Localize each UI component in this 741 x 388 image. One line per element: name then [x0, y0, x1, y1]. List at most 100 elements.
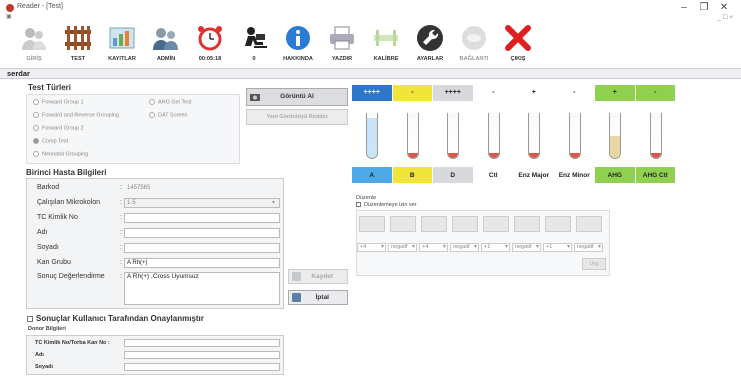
- toolbar-label: ADMİN: [156, 56, 176, 62]
- radio-dat-screen[interactable]: DAT Screen: [149, 112, 187, 118]
- result-evaluation-field[interactable]: A Rh(+) ,Cross Uyumsuz: [124, 272, 280, 305]
- gel-tube-6: [609, 113, 622, 159]
- edit-value-select[interactable]: +1: [481, 243, 510, 252]
- child-window-icon: ▣: [6, 14, 12, 20]
- minimize-button[interactable]: –: [677, 2, 691, 13]
- gel-tube-1: [406, 113, 419, 159]
- donor-surname-label: Soyadı: [35, 364, 54, 370]
- info-icon: [286, 26, 310, 50]
- gel-tube-5: [568, 113, 581, 159]
- surname-field[interactable]: [124, 243, 280, 253]
- edit-cell-button[interactable]: [576, 216, 602, 232]
- edit-cell-button[interactable]: [514, 216, 540, 232]
- result-label-4: Enz Major: [514, 167, 554, 183]
- edit-value-select[interactable]: negatif: [574, 243, 603, 252]
- cancel-button[interactable]: İptal: [288, 290, 348, 305]
- radio-forward-group-1[interactable]: Forward Group 1: [33, 99, 84, 105]
- edit-value-select[interactable]: +1: [543, 243, 572, 252]
- main-content: Test Türleri Forward Group 1 Forward and…: [0, 79, 741, 388]
- name-field[interactable]: [124, 228, 280, 238]
- name-label: Adı: [37, 229, 48, 236]
- tube-sediment: [529, 153, 540, 158]
- microcolumn-select[interactable]: 1-5: [124, 198, 280, 208]
- surname-label: Soyadı: [37, 244, 59, 251]
- toolbar-label: KAYITLAR: [108, 56, 136, 62]
- tc-no-field[interactable]: [124, 213, 280, 223]
- radio-comp-test[interactable]: Comp Test: [33, 138, 68, 144]
- radio-forward-group-2[interactable]: Forward Group 2: [33, 125, 84, 131]
- donor-tc-label: TC Kimlik No/Torba Kan No :: [35, 340, 110, 346]
- result-label-2: D: [433, 167, 473, 183]
- maximize-button[interactable]: ❐: [697, 2, 711, 13]
- result-top-1: -: [392, 85, 432, 101]
- checkbox-box[interactable]: [356, 202, 361, 208]
- toolbar-operator-button[interactable]: 0: [236, 22, 272, 68]
- edit-cell-button[interactable]: [390, 216, 416, 232]
- toolbar-admin-button[interactable]: ADMİN: [148, 22, 184, 68]
- donor-name-field[interactable]: [124, 351, 280, 359]
- wrench-icon: [417, 25, 443, 51]
- toolbar-timer-button[interactable]: 00:05:18: [192, 22, 228, 68]
- toolbar-label: ÇIKIŞ: [510, 56, 526, 62]
- reject-image-button[interactable]: Yeni Görüntüyü Reddet: [246, 109, 348, 125]
- toolbar-login-button[interactable]: GİRİŞ: [16, 22, 52, 68]
- apply-button[interactable]: Uyg: [582, 258, 606, 270]
- allow-edit-checkbox[interactable]: Düzenlemeye izin ver: [356, 202, 417, 208]
- edit-cell-button[interactable]: [421, 216, 447, 232]
- blood-group-field[interactable]: A Rh(+): [124, 258, 280, 268]
- checkbox-box[interactable]: [27, 315, 33, 322]
- approval-checkbox[interactable]: Sonuçlar Kullanıcı Tarafından Onaylanmış…: [27, 314, 204, 323]
- save-button[interactable]: Kaydet: [288, 269, 348, 284]
- radio-ahg-gel[interactable]: AHG Gel Test: [149, 99, 192, 105]
- gel-tube-0: [366, 113, 379, 159]
- toolbar-connection-button[interactable]: BAĞLANTI: [456, 22, 492, 68]
- edit-cell-button[interactable]: [483, 216, 509, 232]
- edit-value-select[interactable]: +4: [357, 243, 386, 252]
- toolbar-label: 00:05:18: [198, 56, 222, 62]
- camera-icon: [250, 94, 260, 101]
- capture-image-button[interactable]: Görüntü Al: [246, 88, 348, 106]
- worker-desk-icon: [245, 27, 267, 48]
- edit-value-select[interactable]: negatif: [388, 243, 417, 252]
- edit-title: Düzenle: [356, 195, 377, 201]
- toolbar-test-button[interactable]: TEST: [60, 22, 96, 68]
- gel-tube-4: [528, 113, 541, 159]
- edit-cell-button[interactable]: [452, 216, 478, 232]
- gel-tube-7: [649, 113, 662, 159]
- radio-neonatal[interactable]: Neonatal Grouping: [33, 151, 88, 157]
- donor-surname-field[interactable]: [124, 363, 280, 371]
- admin-users-icon: [153, 28, 178, 50]
- result-top-7: -: [635, 85, 675, 101]
- result-top-6: +: [595, 85, 635, 101]
- user-bar: serdar: [0, 68, 741, 79]
- result-label-0: A: [352, 167, 392, 183]
- child-window-controls[interactable]: _ ☐ ×: [717, 14, 733, 21]
- result-label-6: AHG: [595, 167, 635, 183]
- patient-info-title: Birinci Hasta Bilgileri: [26, 168, 107, 177]
- result-label-5: Enz Minor: [554, 167, 594, 183]
- close-button[interactable]: ✕: [717, 2, 731, 13]
- toolbar-about-button[interactable]: HAKKINDA: [280, 22, 316, 68]
- blood-group-label: Kan Grubu: [37, 259, 71, 266]
- gel-tube-2: [447, 113, 460, 159]
- edit-cell-button[interactable]: [359, 216, 385, 232]
- toolbar-exit-button[interactable]: ÇIKIŞ: [500, 22, 536, 68]
- test-types-panel: Forward Group 1 Forward and Reverse Grou…: [26, 94, 240, 164]
- tube-sediment: [569, 153, 580, 158]
- gel-tube-3: [487, 113, 500, 159]
- toolbar-settings-button[interactable]: AYARLAR: [412, 22, 448, 68]
- edit-cell-button[interactable]: [545, 216, 571, 232]
- radio-forward-reverse[interactable]: Forward and Reverse Grouping: [33, 112, 119, 118]
- toolbar-calibrate-button[interactable]: KALİBRE: [368, 22, 404, 68]
- toolbar-records-button[interactable]: KAYITLAR: [104, 22, 140, 68]
- edit-value-select[interactable]: negatif: [512, 243, 541, 252]
- result-label-3: Ctl: [473, 167, 513, 183]
- toolbar-print-button[interactable]: YAZDIR: [324, 22, 360, 68]
- donor-name-label: Adı: [35, 352, 44, 358]
- donor-tc-field[interactable]: [124, 339, 280, 347]
- test-rack-icon: [65, 26, 91, 50]
- edit-value-select[interactable]: negatif: [450, 243, 479, 252]
- chart-records-icon: [109, 27, 135, 49]
- patient-info-panel: Barkod : 1457565 Çalışılan Mikrokolon : …: [26, 178, 284, 309]
- edit-value-select[interactable]: +4: [419, 243, 448, 252]
